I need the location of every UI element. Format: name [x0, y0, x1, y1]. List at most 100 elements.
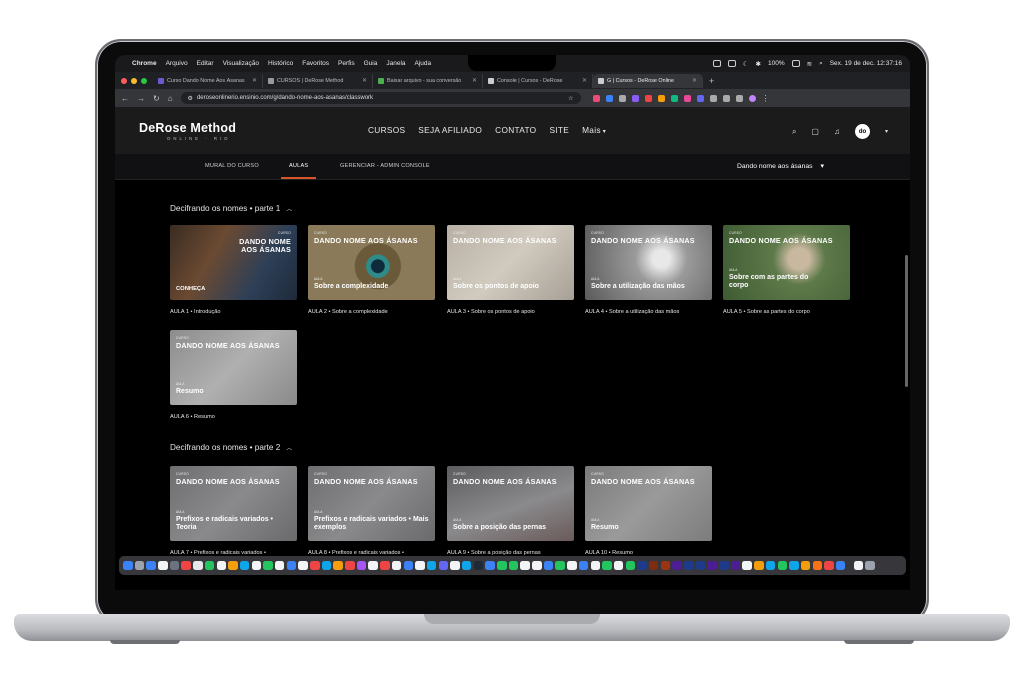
app-icon[interactable]	[286, 560, 297, 571]
app-icon[interactable]	[146, 560, 156, 571]
tab-gerenciar[interactable]: GERENCIAR - ADMIN CONSOLE	[340, 163, 430, 169]
lesson-card[interactable]: CURSO DANDO NOME AOS ÁSANAS AULA Prefixo…	[170, 466, 297, 541]
bag-icon[interactable]: ▢	[811, 127, 819, 136]
download-icon[interactable]	[722, 94, 730, 102]
app-icon[interactable]	[520, 560, 530, 571]
extension-icon[interactable]	[631, 94, 639, 102]
lesson-card[interactable]: CURSO DANDO NOME AOS ÁSANAS AULA Sobre c…	[723, 225, 850, 300]
bluetooth-icon[interactable]: ✱	[756, 60, 761, 68]
section-header[interactable]: Decifrando os nomes • parte 2 ︿	[170, 443, 292, 452]
reload-icon[interactable]: ↻	[153, 94, 160, 103]
tab-mural[interactable]: MURAL DO CURSO	[205, 163, 259, 169]
lesson-caption[interactable]: AULA 1 • Introdução	[170, 309, 220, 315]
lightroom-icon[interactable]	[684, 560, 694, 571]
lesson-card[interactable]: CURSO DANDO NOME AOS ÁSANAS AULA Sobre a…	[585, 225, 712, 300]
browser-tab[interactable]: CURSOS | DeRose Method ✕	[263, 73, 373, 88]
app-icon[interactable]	[742, 560, 752, 571]
app-icon[interactable]	[625, 560, 636, 571]
app-icon[interactable]	[239, 560, 250, 571]
menu-editar[interactable]: Editar	[197, 60, 214, 67]
menu-perfis[interactable]: Perfis	[338, 60, 355, 67]
app-icon[interactable]	[461, 560, 472, 571]
app-icon[interactable]	[345, 560, 355, 571]
app-icon[interactable]	[415, 560, 425, 571]
menu-favoritos[interactable]: Favoritos	[302, 60, 329, 67]
app-icon[interactable]	[508, 560, 519, 571]
browser-tab[interactable]: Baixar arquivo - sua conversão ✕	[373, 73, 483, 88]
audition-icon[interactable]	[730, 560, 741, 571]
app-icon[interactable]	[193, 560, 203, 571]
nav-contato[interactable]: CONTATO	[495, 125, 536, 135]
extension-icon[interactable]	[670, 94, 678, 102]
lesson-caption[interactable]: AULA 6 • Resumo	[170, 414, 215, 420]
browser-tab[interactable]: Curso Dando Nome Aos Ásanas ✕	[153, 73, 263, 88]
app-icon[interactable]	[765, 560, 776, 571]
site-logo[interactable]: DeRose Method ONLINE · RIO	[139, 121, 236, 141]
app-icon[interactable]	[310, 560, 320, 571]
extension-icon[interactable]	[644, 94, 652, 102]
close-tab-icon[interactable]: ✕	[252, 77, 257, 84]
lesson-card[interactable]: CURSO DANDO NOME AOS ÁSANAS AULA Resumo	[170, 330, 297, 405]
extension-icon[interactable]	[657, 94, 665, 102]
app-icon[interactable]	[800, 560, 811, 571]
lesson-card[interactable]: CURSO DANDO NOME AOS ÁSANAS AULA Prefixo…	[308, 466, 435, 541]
kebab-menu-icon[interactable]: ⋮	[762, 94, 770, 103]
finder-icon[interactable]	[123, 560, 133, 571]
rush-icon[interactable]	[719, 560, 729, 571]
status-icon[interactable]	[727, 60, 736, 67]
nav-site[interactable]: SITE	[549, 125, 569, 135]
app-icon[interactable]	[602, 560, 612, 571]
app-icon[interactable]	[380, 560, 390, 571]
new-tab-plus-icon[interactable]: +	[709, 76, 714, 86]
app-icon[interactable]	[134, 560, 145, 571]
browser-tab[interactable]: Console | Cursos - DeRose ✕	[483, 73, 593, 88]
app-icon[interactable]	[497, 560, 507, 571]
nav-seja-afiliado[interactable]: SEJA AFILIADO	[418, 125, 482, 135]
tab-aulas[interactable]: AULAS	[280, 163, 317, 179]
menu-janela[interactable]: Janela	[386, 60, 405, 67]
app-icon[interactable]	[158, 560, 168, 571]
search-icon[interactable]: ⌕	[819, 60, 823, 68]
app-icon[interactable]	[228, 560, 238, 571]
app-icon[interactable]	[274, 560, 285, 571]
lesson-card[interactable]: CURSO DANDO NOME AOS ÁSANAS CONHEÇA	[170, 225, 297, 300]
extension-icon[interactable]	[683, 94, 691, 102]
home-icon[interactable]: ⌂	[168, 94, 173, 103]
maximize-window-icon[interactable]	[141, 77, 147, 84]
menu-visualizacao[interactable]: Visualização	[223, 60, 259, 67]
menu-ajuda[interactable]: Ajuda	[415, 60, 432, 67]
app-icon[interactable]	[812, 560, 823, 571]
close-window-icon[interactable]	[121, 77, 127, 84]
chevron-up-icon[interactable]: ︿	[286, 446, 292, 452]
menu-historico[interactable]: Histórico	[268, 60, 293, 67]
app-icon[interactable]	[333, 560, 343, 571]
wifi-icon[interactable]: ≋	[807, 60, 812, 68]
app-icon[interactable]	[263, 560, 273, 571]
chevron-up-icon[interactable]: ︿	[286, 207, 292, 213]
moon-icon[interactable]: ☾	[743, 60, 749, 68]
browser-tab-active[interactable]: G | Cursos - DeRose Online ✕	[593, 73, 703, 88]
close-tab-icon[interactable]: ✕	[362, 77, 367, 84]
page-scrollbar[interactable]	[905, 255, 908, 387]
nav-cursos[interactable]: CURSOS	[368, 125, 405, 135]
close-tab-icon[interactable]: ✕	[692, 77, 697, 84]
app-icon[interactable]	[567, 560, 577, 571]
forward-arrow-icon[interactable]: →	[137, 94, 145, 103]
app-icon[interactable]	[321, 560, 332, 571]
app-icon[interactable]	[543, 560, 554, 571]
downloads-icon[interactable]	[853, 560, 864, 571]
bell-icon[interactable]: ♫	[834, 127, 840, 136]
chevron-down-icon[interactable]: ▾	[885, 128, 888, 135]
app-icon[interactable]	[298, 560, 308, 571]
trash-icon[interactable]	[865, 560, 875, 571]
indesign-icon[interactable]	[648, 560, 659, 571]
extension-icon[interactable]	[592, 94, 600, 102]
section-header[interactable]: Decifrando os nomes • parte 1 ︿	[170, 204, 292, 213]
lesson-caption[interactable]: AULA 3 • Sobre os pontos de apoio	[447, 309, 535, 315]
address-bar[interactable]: ⚙ deroseonlinerio.ensinio.com/g/dando-no…	[180, 92, 581, 104]
photoshop-icon[interactable]	[637, 560, 647, 571]
app-icon[interactable]	[438, 560, 449, 571]
lesson-card[interactable]: CURSO DANDO NOME AOS ÁSANAS AULA Sobre a…	[308, 225, 435, 300]
course-selector-dropdown[interactable]: Dando nome aos ásanas	[737, 162, 824, 170]
app-icon[interactable]	[532, 560, 542, 571]
